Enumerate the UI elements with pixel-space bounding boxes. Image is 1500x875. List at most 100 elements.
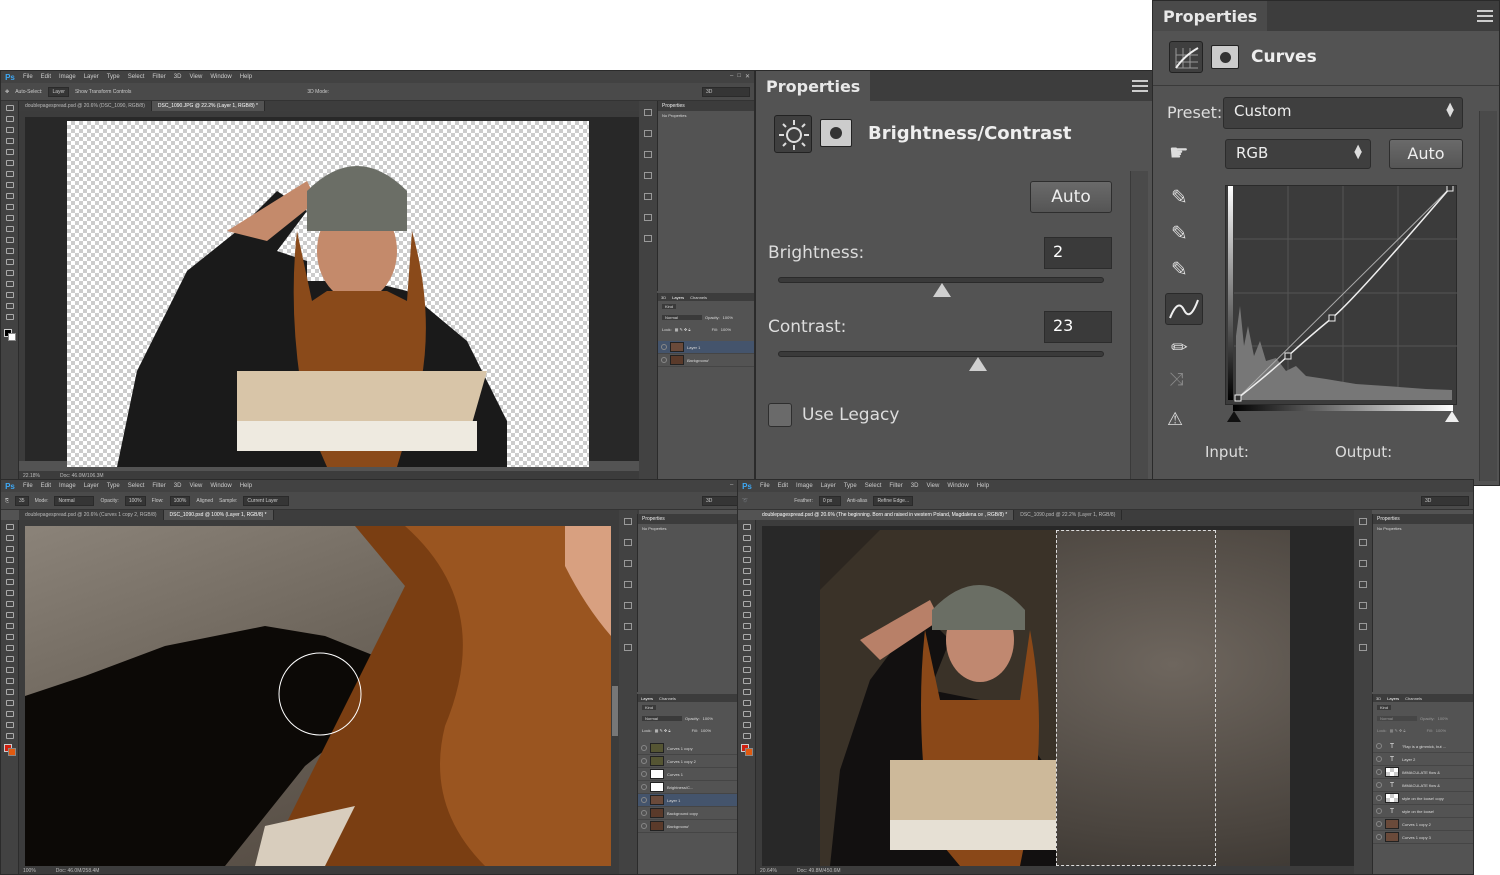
menu-type[interactable]: Type	[103, 74, 124, 80]
doc-tab[interactable]: doublepagespread.psd @ 20.6% (Curves 1 c…	[19, 510, 164, 520]
menu-select[interactable]: Select	[124, 74, 149, 80]
brush-tool-icon[interactable]	[5, 182, 14, 188]
zoom-tool-icon[interactable]	[5, 314, 14, 320]
pen-tool-icon[interactable]	[742, 678, 751, 684]
layer-row[interactable]: Background copy	[638, 807, 737, 820]
auto-select-dropdown[interactable]: Layer	[48, 86, 69, 97]
menu-3d[interactable]: 3D	[170, 74, 186, 80]
history-icon[interactable]	[644, 109, 652, 116]
hand-tool-icon[interactable]	[5, 722, 14, 728]
styles-icon[interactable]	[624, 581, 632, 588]
panel-title[interactable]: Properties	[1153, 1, 1268, 31]
shape-tool-icon[interactable]	[5, 292, 14, 298]
use-legacy-checkbox[interactable]	[768, 403, 792, 427]
menu-file[interactable]: File	[756, 483, 774, 489]
menu-layer[interactable]: Layer	[80, 483, 103, 489]
eye-icon[interactable]	[641, 784, 647, 790]
layer-mask-icon[interactable]	[1211, 45, 1239, 69]
layer-name[interactable]: Curves 1 copy	[667, 746, 693, 751]
eye-icon[interactable]	[1376, 808, 1382, 814]
dodge-icon[interactable]	[5, 667, 14, 673]
color-swatches[interactable]	[740, 744, 753, 756]
opacity-field[interactable]: 100%	[1438, 716, 1448, 721]
lock-icons[interactable]: ▦ ✎ ✥ 🔒︎	[655, 728, 689, 733]
blend-mode-dropdown[interactable]: Normal	[662, 315, 702, 320]
opacity-field[interactable]: 100%	[703, 716, 713, 721]
lock-icons[interactable]: ▦ ✎ ✥ 🔒︎	[1390, 728, 1424, 733]
crop-tool-icon[interactable]	[5, 149, 14, 155]
brush-tool-icon[interactable]	[742, 601, 751, 607]
kind-filter[interactable]: Kind	[642, 705, 657, 710]
tab-channels[interactable]: Channels	[690, 295, 707, 300]
preset-dropdown[interactable]: Custom ▲ ▼	[1223, 97, 1463, 129]
marquee-tool-icon[interactable]	[5, 116, 14, 122]
menu-window[interactable]: Window	[206, 483, 235, 489]
menu-window[interactable]: Window	[943, 483, 972, 489]
brush-size-picker[interactable]: 35	[15, 495, 29, 506]
layer-name[interactable]: style on the loose! copy	[1402, 796, 1444, 801]
layer-name[interactable]: Layer 1	[687, 345, 700, 350]
doc-tab[interactable]: DSC_1090.psd @ 22.2% (Layer 1, RGB/8)	[1014, 510, 1123, 520]
eyedropper-black-icon[interactable]: ✎	[1171, 185, 1188, 209]
eye-icon[interactable]	[1376, 743, 1382, 749]
anti-alias-checkbox[interactable]: Anti-alias	[847, 498, 868, 504]
quick-select-icon[interactable]	[5, 557, 14, 563]
eyedropper-icon[interactable]	[742, 579, 751, 585]
layer-row[interactable]: Curves 1 copy	[638, 742, 737, 755]
marquee-tool-icon[interactable]	[5, 535, 14, 541]
blend-mode-dropdown[interactable]: Normal	[642, 716, 682, 721]
layer-row[interactable]: Brightness/C...	[638, 781, 737, 794]
layer-row[interactable]: T "Rap is a gimmick, but ...	[1373, 740, 1473, 753]
gradient-icon[interactable]	[5, 226, 14, 232]
character-icon[interactable]	[1359, 602, 1367, 609]
gradient-icon[interactable]	[5, 645, 14, 651]
targeted-adjust-hand-icon[interactable]: ☛	[1169, 141, 1199, 167]
doc-tab-active[interactable]: DSC_1090.JPG @ 22.2% (Layer 1, RGB/8) *	[151, 101, 265, 111]
menu-edit[interactable]: Edit	[774, 483, 792, 489]
blend-mode-dropdown[interactable]: Normal	[1377, 716, 1417, 721]
menu-layer[interactable]: Layer	[817, 483, 840, 489]
eraser-icon[interactable]	[5, 215, 14, 221]
path-select-icon[interactable]	[742, 700, 751, 706]
refine-edge-button[interactable]: Refine Edge...	[873, 495, 914, 506]
color-swatches[interactable]	[3, 744, 16, 756]
doc-tab[interactable]: doublepagespread.psd @ 20.6% (DSC_1090, …	[19, 101, 152, 111]
page-spread[interactable]	[820, 530, 1290, 866]
opacity-field[interactable]: 100%	[124, 495, 146, 506]
tab-layers[interactable]: Layers	[1387, 696, 1399, 701]
layer-name[interactable]: Curves 1 copy 2	[667, 759, 696, 764]
pen-tool-icon[interactable]	[5, 678, 14, 684]
layer-name[interactable]: Brightness/C...	[667, 785, 693, 790]
eye-icon[interactable]	[641, 823, 647, 829]
canvas-area[interactable]	[25, 117, 639, 467]
black-point-slider[interactable]	[1227, 411, 1241, 422]
auto-button[interactable]: Auto	[1030, 181, 1112, 213]
menu-select[interactable]: Select	[124, 483, 149, 489]
menu-image[interactable]: Image	[55, 74, 80, 80]
workspace-dropdown[interactable]: 3D	[1421, 495, 1469, 506]
zoom-tool-icon[interactable]	[742, 733, 751, 739]
marquee-selection[interactable]	[1056, 530, 1216, 866]
panel-title[interactable]: Properties	[658, 101, 754, 111]
auto-select-checkbox[interactable]: Auto-Select:	[15, 89, 42, 95]
tab-channels[interactable]: Channels	[1405, 696, 1422, 701]
layer-name[interactable]: Background	[667, 824, 688, 829]
panel-title[interactable]: Properties	[638, 514, 737, 524]
layer-row[interactable]: T IMMACULATE flow &	[1373, 779, 1473, 792]
lasso-tool-icon[interactable]	[5, 546, 14, 552]
canvas-area[interactable]	[25, 526, 611, 866]
dodge-icon[interactable]	[742, 667, 751, 673]
layer-mask-icon[interactable]	[820, 119, 852, 147]
tab-layers[interactable]: Layers	[641, 696, 653, 701]
canvas-scrollbar[interactable]	[611, 526, 619, 866]
pencil-draw-icon[interactable]: ✏	[1171, 335, 1188, 359]
minimize-icon[interactable]: –	[730, 73, 733, 80]
dodge-icon[interactable]	[5, 248, 14, 254]
clone-stamp-icon[interactable]	[5, 193, 14, 199]
layer-row[interactable]: Curves 1 copy 2	[1373, 818, 1473, 831]
layer-row[interactable]: Background	[658, 354, 754, 367]
menu-help[interactable]: Help	[973, 483, 993, 489]
eye-icon[interactable]	[1376, 756, 1382, 762]
layer-name[interactable]: Background copy	[667, 811, 698, 816]
canvas-area[interactable]	[762, 526, 1354, 866]
